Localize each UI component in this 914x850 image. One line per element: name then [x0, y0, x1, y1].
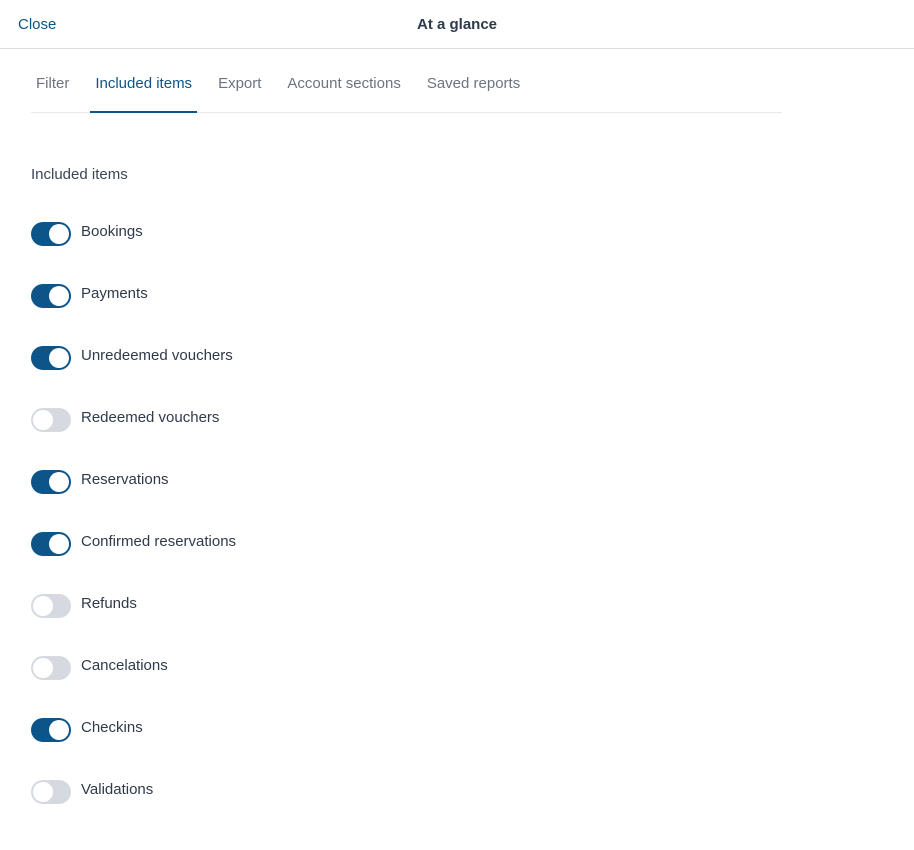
toggle-knob [49, 348, 69, 368]
toggle-label: Bookings [81, 223, 143, 240]
header: Close At a glance [0, 0, 914, 49]
section-heading: Included items [31, 166, 128, 183]
toggle-knob [49, 286, 69, 306]
tab-filter[interactable]: Filter [31, 49, 74, 112]
toggle-label: Checkins [81, 719, 143, 736]
page-title: At a glance [416, 16, 498, 33]
toggle-row-redeemed-vouchers: Redeemed vouchers [31, 408, 236, 470]
reservations-toggle[interactable] [31, 470, 71, 494]
toggle-label: Redeemed vouchers [81, 409, 220, 426]
toggle-knob [33, 782, 53, 802]
tab-export[interactable]: Export [213, 49, 266, 112]
toggle-label: Unredeemed vouchers [81, 347, 233, 364]
toggle-row-cancelations: Cancelations [31, 656, 236, 718]
toggle-label: Refunds [81, 595, 137, 612]
toggle-knob [49, 472, 69, 492]
tab-included-items[interactable]: Included items [90, 49, 197, 113]
toggle-label: Confirmed reservations [81, 533, 237, 550]
refunds-toggle[interactable] [31, 594, 71, 618]
toggle-row-validations: Validations [31, 780, 236, 842]
toggle-row-payments: Payments [31, 284, 236, 346]
payments-toggle[interactable] [31, 284, 71, 308]
toggle-knob [49, 534, 69, 554]
toggle-knob [49, 224, 69, 244]
unredeemed-vouchers-toggle[interactable] [31, 346, 71, 370]
tab-saved-reports[interactable]: Saved reports [422, 49, 525, 112]
bookings-toggle[interactable] [31, 222, 71, 246]
toggle-row-confirmed-reservations: Confirmed reservations [31, 532, 236, 594]
toggle-row-unredeemed-vouchers: Unredeemed vouchers [31, 346, 236, 408]
toggle-knob [33, 596, 53, 616]
tab-bar: Filter Included items Export Account sec… [31, 49, 782, 113]
redeemed-vouchers-toggle[interactable] [31, 408, 71, 432]
validations-toggle[interactable] [31, 780, 71, 804]
toggle-knob [33, 658, 53, 678]
toggle-row-checkins: Checkins [31, 718, 236, 780]
toggle-row-bookings: Bookings [31, 222, 236, 284]
toggle-label: Payments [81, 285, 148, 302]
toggle-label: Reservations [81, 471, 169, 488]
checkins-toggle[interactable] [31, 718, 71, 742]
toggle-label: Cancelations [81, 657, 168, 674]
tab-account-sections[interactable]: Account sections [282, 49, 405, 112]
toggle-row-reservations: Reservations [31, 470, 236, 532]
confirmed-reservations-toggle[interactable] [31, 532, 71, 556]
toggle-knob [33, 410, 53, 430]
included-items-list: Bookings Payments Unredeemed vouchers Re… [31, 222, 236, 842]
toggle-label: Validations [81, 781, 154, 798]
toggle-knob [49, 720, 69, 740]
cancelations-toggle[interactable] [31, 656, 71, 680]
toggle-row-refunds: Refunds [31, 594, 236, 656]
